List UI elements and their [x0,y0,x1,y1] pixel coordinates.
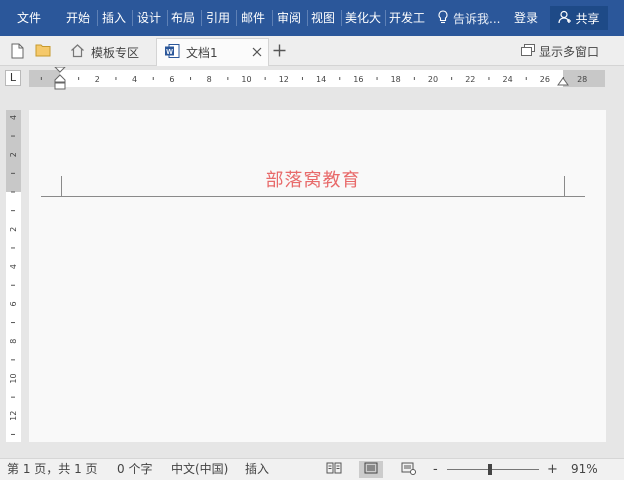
word-icon: W [164,43,180,62]
ruler-label: 2 [95,75,100,84]
insert-mode[interactable]: 插入 [245,459,269,480]
ruler-label: 20 [428,75,438,84]
template-tab-label: 模板专区 [91,45,140,60]
vertical-ruler[interactable]: 4 2 2 4 6 8 10 12 [6,110,21,442]
svg-text:W: W [166,49,173,56]
horizontal-ruler-area: L 2 4 6 8 10 12 14 16 18 20 22 24 26 28 [0,66,624,90]
ruler-label: 8 [207,75,212,84]
person-icon [558,10,572,27]
zoom-slider-thumb[interactable] [488,464,492,475]
tell-me-text: 告诉我... [453,11,501,26]
ruler-label: 4 [9,115,18,120]
ruler-label: 2 [9,227,18,232]
tab-separator [167,10,168,26]
ruler-label: 12 [279,75,289,84]
tab-selector[interactable]: L [5,70,21,86]
tab-separator [236,10,237,26]
header-crop-mark [61,176,62,196]
ruler-label: 28 [577,75,587,84]
tab-file[interactable]: 文件 [17,0,41,36]
ruler-label: 6 [169,75,174,84]
tab-layout[interactable]: 布局 [171,0,195,36]
horizontal-ruler[interactable]: 2 4 6 8 10 12 14 16 18 20 22 24 26 28 [29,67,605,90]
horizontal-ruler-ticks: 2 4 6 8 10 12 14 16 18 20 22 24 26 28 [40,75,587,84]
share-button[interactable]: 共享 [550,6,608,30]
lightbulb-icon [437,9,449,27]
book-icon [326,462,342,477]
print-layout-button[interactable] [359,461,383,478]
page-count[interactable]: 第 1 页，共 1 页 [7,459,98,480]
ruler-label: 4 [9,264,18,269]
tab-developer[interactable]: 开发工 [389,0,425,36]
tab-separator [272,10,273,26]
ruler-label: 26 [540,75,550,84]
ruler-label: 2 [9,152,18,157]
status-bar: 第 1 页，共 1 页 0 个字 中文(中国) 插入 - + 91% [0,458,624,480]
read-mode-button[interactable] [322,461,346,478]
ruler-label: 8 [9,339,18,344]
tab-separator [307,10,308,26]
page-layout-icon [364,462,378,477]
header-underline [41,196,585,197]
ruler-label: 24 [503,75,513,84]
language-indicator[interactable]: 中文(中国) [171,459,228,480]
ruler-label: 14 [316,75,326,84]
tab-references[interactable]: 引用 [206,0,230,36]
web-layout-icon [401,462,417,478]
document-tab-label: 文档1 [186,46,218,60]
home-icon [70,43,85,61]
word-count[interactable]: 0 个字 [117,459,152,480]
zoom-slider-track[interactable] [447,469,539,470]
vertical-ruler-ticks: 4 2 2 4 6 8 10 12 [9,115,18,435]
ribbon-tab-bar: 文件 开始 插入 设计 布局 引用 邮件 审阅 视图 美化大 开发工 告诉我..… [0,0,624,36]
show-multi-window-button[interactable]: 显示多窗口 [521,36,599,66]
tab-separator [201,10,202,26]
close-icon[interactable] [252,46,262,60]
tab-separator [132,10,133,26]
document-page[interactable]: 部落窝教育 [29,110,606,442]
ruler-label: 10 [241,75,251,84]
tab-template-zone[interactable]: 模板专区 [62,38,156,66]
tab-insert[interactable]: 插入 [102,0,126,36]
indent-marker-icon[interactable] [54,67,66,91]
new-document-icon[interactable] [11,43,24,62]
ruler-label: 18 [391,75,401,84]
right-indent-marker-icon[interactable] [557,76,569,86]
tab-design[interactable]: 设计 [137,0,161,36]
tab-beautify[interactable]: 美化大 [345,0,381,36]
tab-document-1[interactable]: W 文档1 [156,38,269,66]
ruler-label: 22 [465,75,475,84]
tab-separator [385,10,386,26]
multi-window-label: 显示多窗口 [539,44,600,59]
ruler-label: 4 [132,75,137,84]
share-label: 共享 [575,11,600,26]
tab-separator [341,10,342,26]
ruler-label: 16 [353,75,363,84]
header-text[interactable]: 部落窝教育 [229,166,397,192]
ruler-label: 10 [9,373,18,383]
tab-separator [97,10,98,26]
multi-window-icon [521,43,535,59]
web-layout-button[interactable] [397,461,421,478]
tell-me-search[interactable]: 告诉我... [437,0,500,36]
zoom-in-button[interactable]: + [547,459,558,480]
tab-view[interactable]: 视图 [311,0,335,36]
zoom-out-button[interactable]: - [433,459,438,480]
tab-review[interactable]: 审阅 [277,0,301,36]
tab-mailings[interactable]: 邮件 [241,0,265,36]
ruler-label: 12 [9,411,18,421]
zoom-level[interactable]: 91% [571,459,598,480]
header-crop-mark [564,176,565,196]
tab-home[interactable]: 开始 [66,0,90,36]
add-tab-icon[interactable] [273,44,286,60]
open-folder-icon[interactable] [35,43,51,60]
ruler-label: 6 [9,301,18,306]
login-link[interactable]: 登录 [514,0,538,36]
